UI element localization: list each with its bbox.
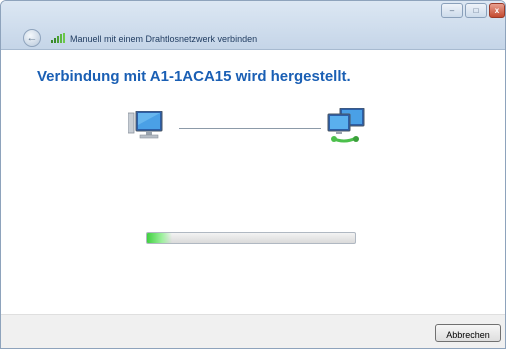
title-bar: ← Manuell mit einem Drahtlosnetzwerk ver… [1,1,505,50]
connection-progress-bar [146,232,356,244]
minimize-button[interactable]: – [441,3,463,18]
content-area: Verbindung mit A1-1ACA15 wird hergestell… [1,50,505,314]
back-arrow-icon: ← [26,32,38,44]
network-icon [327,108,365,143]
progress-fill [147,233,172,243]
wizard-window: ← Manuell mit einem Drahtlosnetzwerk ver… [0,0,506,349]
window-controls: – □ x [441,3,505,18]
maximize-icon: □ [473,6,479,15]
close-button[interactable]: x [489,3,505,18]
close-icon: x [494,6,500,15]
window-title: Manuell mit einem Drahtlosnetzwerk verbi… [70,34,258,44]
maximize-button[interactable]: □ [465,3,487,18]
minimize-icon: – [449,6,455,15]
wifi-signal-icon [51,33,65,43]
page-heading: Verbindung mit A1-1ACA15 wird hergestell… [37,68,351,85]
computer-icon [128,111,163,139]
back-button[interactable]: ← [23,29,41,47]
cancel-button[interactable]: Abbrechen [435,324,501,342]
footer-bar: Abbrechen [1,314,505,348]
connection-line [179,128,321,129]
